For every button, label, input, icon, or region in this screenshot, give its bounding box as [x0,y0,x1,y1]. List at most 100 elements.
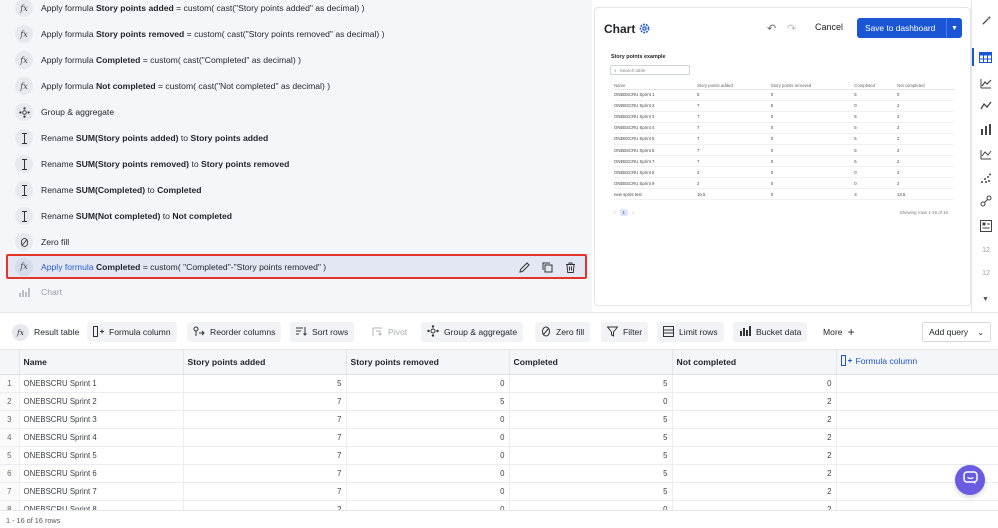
table-cell[interactable]: ONEBSCRU Sprint 7 [19,482,184,501]
table-cell[interactable]: ONEBSCRU Sprint 6 [19,464,184,483]
table-cell[interactable]: 0 [346,482,510,501]
chart-preview-column-header[interactable]: Not completed [896,82,954,90]
query-step[interactable]: Zero fill [0,229,592,255]
pivot-button[interactable]: Pivot [366,322,413,342]
network-chart-icon[interactable] [979,194,993,208]
table-cell[interactable]: 0 [346,464,510,483]
reorder-columns-button[interactable]: Reorder columns [187,322,282,342]
table-row[interactable]: 5 ONEBSCRU Sprint 57052 [0,446,998,465]
table-row[interactable]: 2 ONEBSCRU Sprint 27502 [0,392,998,411]
query-step[interactable]: fx Apply formula Story points added = cus… [0,0,592,21]
rail-scroll-down-icon[interactable]: ▼ [982,296,989,303]
table-cell[interactable]: 7 [183,392,347,411]
chart-preview-column-header[interactable]: Name [614,82,697,90]
limit-rows-button[interactable]: Limit rows [657,322,724,342]
table-cell[interactable]: 7 [183,482,347,501]
prev-page-icon[interactable]: ‹ [614,210,616,215]
table-cell[interactable]: 5 [509,446,673,465]
column-header-name[interactable]: Name [19,350,184,375]
chart-preview-column-header[interactable]: Completed [854,82,897,90]
add-query-button[interactable]: Add query ⌄ [922,322,991,342]
bucket-data-button[interactable]: Bucket data [733,322,808,342]
table-cell[interactable]: 5 [183,374,347,393]
chart-preview-column-header[interactable]: Story points removed [770,82,855,90]
table-cell[interactable]: ONEBSCRU Sprint 8 [19,500,184,510]
result-table-button[interactable]: fx Result table [6,322,85,342]
zero-fill-button[interactable]: Zero fill [535,322,591,342]
undo-icon[interactable]: ↶ [767,22,776,35]
magic-wand-icon[interactable] [979,13,993,27]
query-step[interactable]: fx Apply formula Story points removed = c… [0,21,592,47]
chart-preview-column-header[interactable]: Story points added [697,82,771,90]
table-cell[interactable]: 7 [183,446,347,465]
table-cell[interactable]: 0 [346,410,510,429]
table-cell[interactable]: 2 [672,392,837,411]
table-cell[interactable]: 2 [672,500,837,510]
table-cell[interactable]: 5 [509,482,673,501]
table-cell[interactable]: ONEBSCRU Sprint 1 [19,374,184,393]
chart-preview-search-input[interactable]: ⌕ Search table [610,65,690,75]
column-header-story-points-added[interactable]: Story points added [183,350,347,375]
table-chart-icon[interactable] [972,49,998,66]
number-chart-label-2[interactable]: 12 [979,266,993,280]
column-header-completed[interactable]: Completed [509,350,673,375]
table-cell[interactable]: 2 [672,410,837,429]
scatter-chart-icon[interactable] [979,171,993,185]
query-step[interactable]: Rename SUM(Completed) to Completed [0,177,592,203]
query-step[interactable]: Rename SUM(Not completed) to Not complet… [0,203,592,229]
table-cell[interactable]: 0 [346,428,510,447]
table-cell[interactable]: ONEBSCRU Sprint 4 [19,428,184,447]
table-cell[interactable]: 7 [183,428,347,447]
edit-pencil-icon[interactable] [517,260,531,274]
table-cell[interactable]: 2 [672,428,837,447]
next-page-icon[interactable]: › [632,210,634,215]
table-cell[interactable]: 0 [346,374,510,393]
table-cell[interactable]: 0 [346,446,510,465]
query-step[interactable]: fx Apply formula Not completed = custom( … [0,73,592,99]
table-cell[interactable]: 0 [509,392,673,411]
duplicate-icon[interactable] [540,260,554,274]
table-cell[interactable]: 5 [509,464,673,483]
table-cell[interactable]: 7 [183,410,347,429]
table-cell[interactable]: 5 [509,410,673,429]
query-step[interactable]: Rename SUM(Story points removed) to Stor… [0,151,592,177]
cancel-button[interactable]: Cancel [815,22,843,32]
trash-icon[interactable] [563,260,577,274]
table-cell[interactable]: 5 [346,392,510,411]
chat-support-button[interactable] [955,465,985,495]
table-cell[interactable]: 2 [672,446,837,465]
chart-query-step[interactable]: Chart [0,279,592,305]
table-cell[interactable]: 2 [672,482,837,501]
table-cell[interactable]: 0 [672,374,837,393]
filter-button[interactable]: Filter [601,322,649,342]
add-formula-column-header[interactable]: Formula column [836,350,998,375]
table-cell[interactable]: ONEBSCRU Sprint 3 [19,410,184,429]
table-cell[interactable]: 2 [183,500,347,510]
more-button[interactable]: More + [817,322,861,342]
table-cell[interactable]: 7 [183,464,347,483]
table-cell[interactable]: 0 [346,500,510,510]
current-page[interactable]: 1 [619,209,629,216]
area-chart-icon[interactable] [979,76,993,90]
query-step[interactable]: Group & aggregate [0,99,592,125]
bar-chart-icon[interactable] [979,122,993,136]
table-row[interactable]: 6 ONEBSCRU Sprint 67052 [0,464,998,483]
table-row[interactable]: 3 ONEBSCRU Sprint 37052 [0,410,998,429]
sort-rows-button[interactable]: Sort rows [290,322,355,342]
selected-query-step[interactable]: fx Apply formula Completed = custom( "Com… [6,254,587,279]
table-cell[interactable]: 2 [672,464,837,483]
query-step[interactable]: fx Apply formula Completed = custom( cast… [0,47,592,73]
multi-line-chart-icon[interactable] [979,147,993,161]
table-row[interactable]: 8 ONEBSCRU Sprint 82002 [0,500,998,510]
table-cell[interactable]: ONEBSCRU Sprint 5 [19,446,184,465]
query-step[interactable]: Rename SUM(Story points added) to Story … [0,125,592,151]
table-cell[interactable]: 0 [509,500,673,510]
table-row[interactable]: 4 ONEBSCRU Sprint 47052 [0,428,998,447]
group-aggregate-button[interactable]: Group & aggregate [421,322,524,342]
table-cell[interactable]: ONEBSCRU Sprint 2 [19,392,184,411]
formula-column-button[interactable]: Formula column [87,322,177,342]
save-to-dashboard-button[interactable]: Save to dashboard ▼ [857,18,962,38]
line-chart-icon[interactable] [979,99,993,113]
table-row[interactable]: 7 ONEBSCRU Sprint 77052 [0,482,998,501]
number-chart-label-1[interactable]: 12 [979,243,993,257]
